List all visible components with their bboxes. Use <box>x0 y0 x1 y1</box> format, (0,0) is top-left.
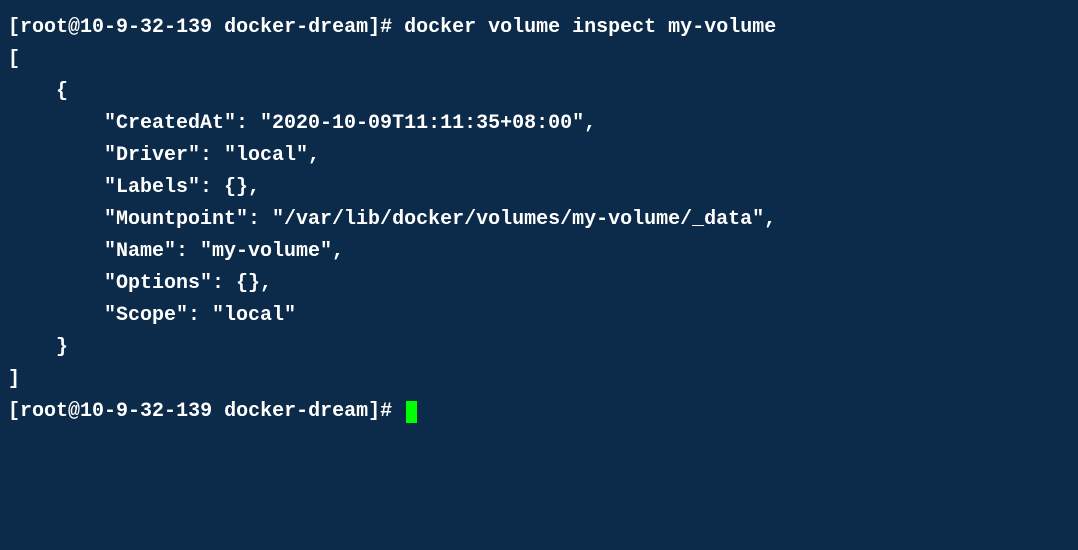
prompt-user: root <box>20 16 68 39</box>
prompt2-at: @ <box>68 400 80 423</box>
cursor-icon <box>406 401 417 423</box>
output-createdat: "CreatedAt": "2020-10-09T11:11:35+08:00"… <box>8 108 1070 140</box>
prompt2-user: root <box>20 400 68 423</box>
prompt2-space <box>212 400 224 423</box>
prompt-line-2[interactable]: [root@10-9-32-139 docker-dream]# <box>8 396 1070 428</box>
prompt2-close: ]# <box>368 400 404 423</box>
prompt2-host: 10-9-32-139 <box>80 400 212 423</box>
prompt-dir: docker-dream <box>224 16 368 39</box>
output-scope: "Scope": "local" <box>8 300 1070 332</box>
prompt-open: [ <box>8 16 20 39</box>
prompt2-dir: docker-dream <box>224 400 368 423</box>
command-line: [root@10-9-32-139 docker-dream]# docker … <box>8 12 1070 44</box>
prompt-host: 10-9-32-139 <box>80 16 212 39</box>
prompt2-open: [ <box>8 400 20 423</box>
output-mountpoint: "Mountpoint": "/var/lib/docker/volumes/m… <box>8 204 1070 236</box>
output-close-brace: } <box>8 332 1070 364</box>
output-open-bracket: [ <box>8 44 1070 76</box>
output-close-bracket: ] <box>8 364 1070 396</box>
prompt-at: @ <box>68 16 80 39</box>
output-name: "Name": "my-volume", <box>8 236 1070 268</box>
output-open-brace: { <box>8 76 1070 108</box>
output-options: "Options": {}, <box>8 268 1070 300</box>
command-text: docker volume inspect my-volume <box>404 16 776 39</box>
prompt-space <box>212 16 224 39</box>
output-driver: "Driver": "local", <box>8 140 1070 172</box>
output-labels: "Labels": {}, <box>8 172 1070 204</box>
prompt-close: ]# <box>368 16 404 39</box>
